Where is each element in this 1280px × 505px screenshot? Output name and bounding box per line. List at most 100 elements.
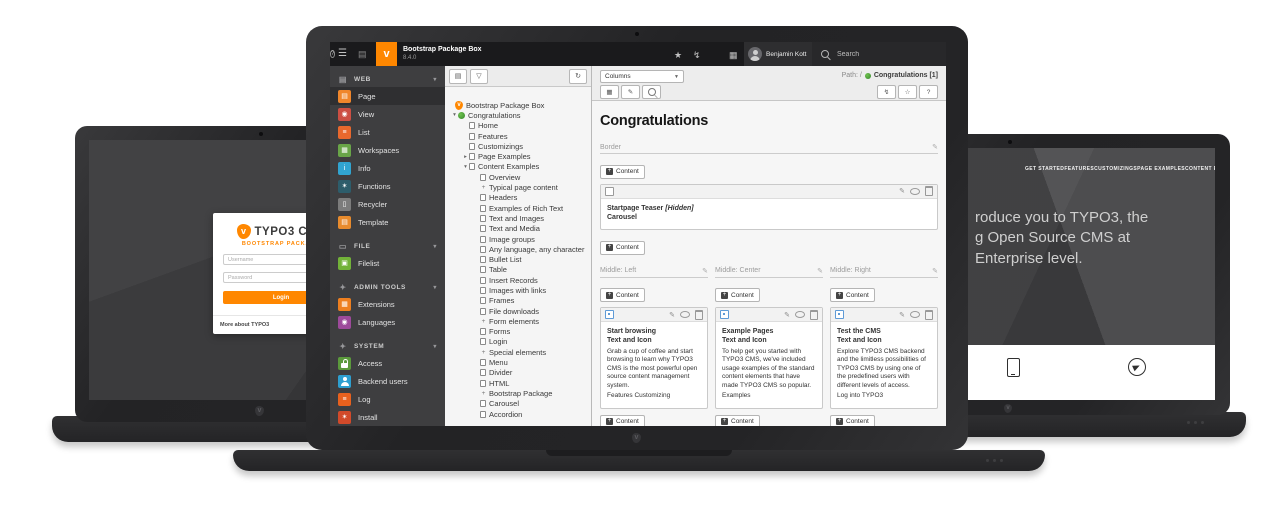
trash-icon[interactable] — [695, 310, 703, 320]
edit-page-button[interactable]: ✎ — [621, 85, 640, 99]
tree-item-file-downloads[interactable]: File downloads — [445, 306, 591, 316]
edit-icon[interactable]: ✎ — [899, 311, 905, 319]
sidebar-item-access[interactable]: Access — [330, 354, 445, 372]
grid-icon[interactable]: ▦ — [729, 49, 738, 61]
content-element-card[interactable]: ✎Example PagesText and IconTo help get y… — [715, 307, 823, 409]
edit-icon[interactable]: ✎ — [784, 311, 790, 319]
layout-view-button[interactable]: ▦ — [600, 85, 619, 99]
add-content-button[interactable]: +Content — [830, 288, 875, 302]
new-page-button[interactable]: ▤ — [449, 69, 467, 84]
tree-item-any-language-any-character[interactable]: Any language, any character — [445, 244, 591, 254]
add-content-button[interactable]: +Content — [830, 415, 875, 426]
card-link[interactable]: Log into TYPO3 — [837, 392, 931, 401]
filter-button[interactable]: ▽ — [470, 69, 488, 84]
tree-item-text-and-media[interactable]: Text and Media — [445, 224, 591, 234]
tree-item-image-groups[interactable]: Image groups — [445, 234, 591, 244]
tree-item-special-elements[interactable]: +Special elements — [445, 347, 591, 357]
trash-icon[interactable] — [925, 186, 933, 196]
clear-cache-bolt-icon[interactable]: ↯ — [693, 49, 701, 61]
add-content-button[interactable]: +Content — [600, 288, 645, 302]
add-content-button[interactable]: +Content — [715, 288, 760, 302]
user-menu[interactable]: Benjamin Kott — [744, 42, 812, 66]
tree-item-forms[interactable]: Forms — [445, 327, 591, 337]
visibility-icon[interactable] — [680, 311, 690, 318]
sidebar-item-list[interactable]: ≡List — [330, 123, 445, 141]
tree-item-images-with-links[interactable]: Images with links — [445, 285, 591, 295]
add-content-button[interactable]: + Content — [600, 165, 645, 179]
content-element-card[interactable]: ✎ Startpage Teaser [Hidden] Carousel — [600, 184, 938, 231]
tree-item-examples-of-rich-text[interactable]: Examples of Rich Text — [445, 203, 591, 213]
sidebar-item-extensions[interactable]: ▦Extensions — [330, 295, 445, 313]
sidebar-item-log[interactable]: ≡Log — [330, 390, 445, 408]
edit-column-icon[interactable]: ✎ — [932, 267, 938, 275]
tree-item-congratulations[interactable]: ▾Congratulations — [445, 110, 591, 120]
visibility-icon[interactable] — [910, 188, 920, 195]
edit-icon[interactable]: ✎ — [899, 187, 905, 195]
tree-item-login[interactable]: Login — [445, 337, 591, 347]
nav-item-page-examples[interactable]: PAGE EXAMPLES — [1137, 166, 1185, 172]
sidebar-item-template[interactable]: ▤Template — [330, 213, 445, 231]
search-button[interactable] — [642, 85, 661, 99]
cache-bolt-button[interactable]: ↯ — [877, 85, 896, 99]
tree-item-typical-page-content[interactable]: +Typical page content — [445, 182, 591, 192]
module-section-header-file[interactable]: ▭FILE▾ — [330, 238, 445, 254]
edit-column-icon[interactable]: ✎ — [932, 143, 938, 151]
more-about-typo3-link[interactable]: More about TYPO3 — [220, 322, 269, 328]
modules-toggle-icon[interactable]: ▤ — [358, 48, 367, 60]
edit-column-icon[interactable]: ✎ — [817, 267, 823, 275]
tree-item-accordion[interactable]: Accordion — [445, 409, 591, 419]
tree-item-carousel[interactable]: Carousel — [445, 399, 591, 409]
tree-item-page-examples[interactable]: ▸Page Examples — [445, 151, 591, 161]
add-content-button[interactable]: + Content — [600, 241, 645, 255]
sidebar-item-functions[interactable]: ✶Functions — [330, 177, 445, 195]
sidebar-item-recycler[interactable]: ▯Recycler — [330, 195, 445, 213]
add-content-button[interactable]: +Content — [715, 415, 760, 426]
sidebar-item-view[interactable]: ◉View — [330, 105, 445, 123]
edit-icon[interactable]: ✎ — [669, 311, 675, 319]
tree-item-bootstrap-package[interactable]: +Bootstrap Package — [445, 388, 591, 398]
tree-item-html[interactable]: HTML — [445, 378, 591, 388]
tree-item-content-examples[interactable]: ▾Content Examples — [445, 162, 591, 172]
module-section-header-web[interactable]: ▤WEB▾ — [330, 71, 445, 87]
tree-item-frames[interactable]: Frames — [445, 296, 591, 306]
expand-arrow-icon[interactable]: ▸ — [462, 154, 469, 160]
sidebar-item-page[interactable]: ▤Page — [330, 87, 445, 105]
tree-item-menu[interactable]: Menu — [445, 357, 591, 367]
module-section-header-admin-tools[interactable]: ✦ADMIN TOOLS▾ — [330, 279, 445, 295]
trash-icon[interactable] — [925, 310, 933, 320]
sidebar-item-filelist[interactable]: ▣Filelist — [330, 254, 445, 272]
collapse-arrow-icon[interactable]: ▾ — [462, 164, 469, 170]
card-link[interactable]: Examples — [722, 392, 816, 401]
hamburger-icon[interactable]: ☰ — [338, 48, 347, 60]
tree-item-divider[interactable]: Divider — [445, 368, 591, 378]
sidebar-item-install[interactable]: ✶Install — [330, 408, 445, 426]
tree-item-text-and-images[interactable]: Text and Images — [445, 213, 591, 223]
tree-item-headers[interactable]: Headers — [445, 193, 591, 203]
sidebar-item-languages[interactable]: ◉Languages — [330, 313, 445, 331]
collapse-arrow-icon[interactable]: ▾ — [451, 112, 458, 118]
add-content-button[interactable]: +Content — [600, 415, 645, 426]
bookmark-button[interactable]: ☆ — [898, 85, 917, 99]
help-button[interactable]: ? — [919, 85, 938, 99]
tree-item-home[interactable]: Home — [445, 121, 591, 131]
tree-item-features[interactable]: Features — [445, 131, 591, 141]
nav-item-customizings[interactable]: CUSTOMIZINGS — [1094, 166, 1137, 172]
sidebar-item-backend-users[interactable]: Backend users — [330, 372, 445, 390]
visibility-icon[interactable] — [910, 311, 920, 318]
card-link[interactable]: Features Customizing — [607, 392, 701, 401]
nav-item-get-started[interactable]: GET STARTED — [1025, 166, 1064, 172]
refresh-button[interactable]: ↻ — [569, 69, 587, 84]
module-section-header-system[interactable]: ✦SYSTEM▾ — [330, 338, 445, 354]
visibility-icon[interactable] — [795, 311, 805, 318]
tree-item-customizings[interactable]: Customizings — [445, 141, 591, 151]
help-icon[interactable]: ? — [330, 50, 335, 58]
trash-icon[interactable] — [810, 310, 818, 320]
tree-item-bullet-list[interactable]: Bullet List — [445, 254, 591, 264]
tree-root[interactable]: v Bootstrap Package Box — [445, 100, 591, 110]
tree-item-overview[interactable]: Overview — [445, 172, 591, 182]
tree-item-table[interactable]: Table — [445, 265, 591, 275]
tree-item-form-elements[interactable]: +Form elements — [445, 316, 591, 326]
sidebar-item-workspaces[interactable]: ▦Workspaces — [330, 141, 445, 159]
columns-select[interactable]: Columns ▼ — [600, 70, 684, 83]
content-element-card[interactable]: ✎Test the CMSText and IconExplore TYPO3 … — [830, 307, 938, 409]
